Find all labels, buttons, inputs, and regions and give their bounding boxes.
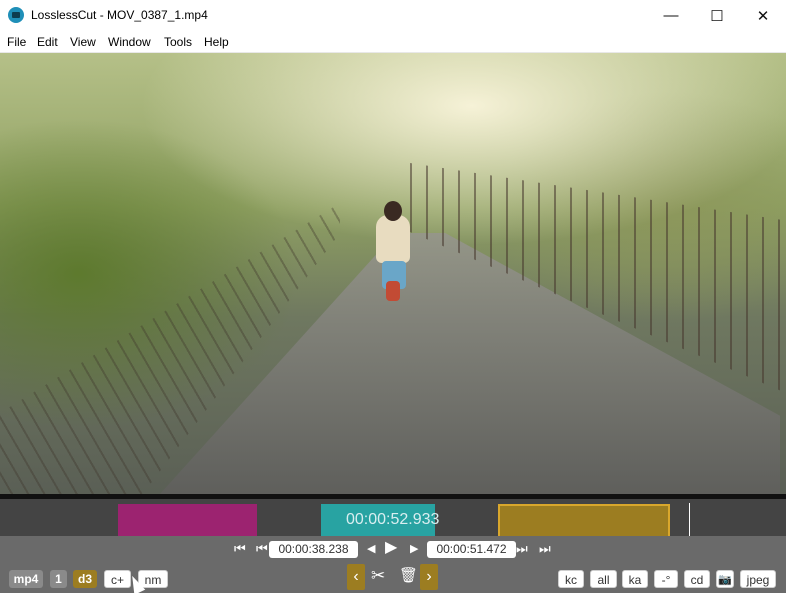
prev-segment-button[interactable]: ‹: [347, 564, 365, 590]
set-cut-end-icon[interactable]: ⏭: [516, 541, 528, 557]
menu-bar: File Edit View Window Tools Help: [0, 31, 786, 53]
step-forward-icon[interactable]: ▶: [410, 541, 418, 557]
trash-icon[interactable]: 🗑: [399, 568, 418, 584]
playhead[interactable]: [689, 503, 690, 537]
jpeg-button[interactable]: jpeg: [740, 570, 776, 588]
next-segment-button[interactable]: ›: [420, 564, 438, 590]
segment-3[interactable]: [498, 504, 670, 538]
timeline[interactable]: 00:00:52.933: [0, 494, 786, 538]
menu-tools[interactable]: Tools: [164, 35, 192, 49]
video-cyclist: [372, 201, 416, 301]
cd-button[interactable]: cd: [684, 570, 710, 588]
play-icon[interactable]: ▶: [385, 540, 397, 556]
menu-window[interactable]: Window: [108, 35, 151, 49]
window-title: LosslessCut - MOV_0387_1.mp4: [31, 8, 208, 22]
jump-to-start-icon[interactable]: ⏮: [234, 541, 246, 557]
kc-button[interactable]: kc: [558, 570, 584, 588]
format-button[interactable]: mp4: [9, 570, 43, 588]
menu-file[interactable]: File: [7, 35, 26, 49]
menu-edit[interactable]: Edit: [37, 35, 58, 49]
all-button[interactable]: all: [590, 570, 617, 588]
segment-count[interactable]: 1: [50, 570, 67, 588]
minimize-button[interactable]: —: [648, 0, 694, 31]
cut-start-time[interactable]: 00:00:38.238: [269, 541, 358, 558]
control-bar: ⏮ ⏮ 00:00:38.238 ◀ ▶ ▶ 00:00:51.472 ⏭ ⏭ …: [0, 536, 786, 593]
jump-to-end-icon[interactable]: ⏭: [539, 541, 551, 557]
d3-button[interactable]: d3: [73, 570, 97, 588]
video-player[interactable]: [0, 53, 786, 494]
menu-help[interactable]: Help: [204, 35, 229, 49]
step-back-icon[interactable]: ◀: [367, 541, 375, 557]
segment-1[interactable]: [118, 504, 257, 538]
current-time: 00:00:52.933: [346, 511, 440, 528]
camera-icon[interactable]: 📷: [716, 570, 734, 588]
cut-end-time[interactable]: 00:00:51.472: [427, 541, 516, 558]
scissors-icon[interactable]: ✂: [371, 567, 385, 584]
title-bar: LosslessCut - MOV_0387_1.mp4 — ☐ ✕: [0, 0, 786, 31]
maximize-button[interactable]: ☐: [694, 0, 740, 31]
menu-view[interactable]: View: [70, 35, 96, 49]
close-button[interactable]: ✕: [740, 0, 786, 31]
set-cut-start-icon[interactable]: ⏮: [256, 541, 268, 557]
rotate-button[interactable]: -°: [654, 570, 678, 588]
ka-button[interactable]: ka: [622, 570, 648, 588]
app-icon: [8, 7, 24, 23]
